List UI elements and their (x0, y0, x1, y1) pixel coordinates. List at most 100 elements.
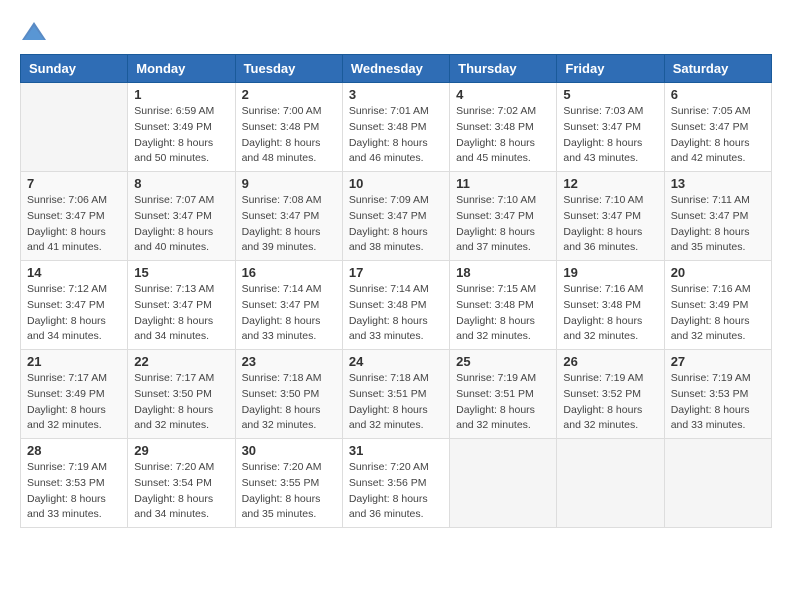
weekday-header-monday: Monday (128, 55, 235, 83)
calendar-week-row: 14 Sunrise: 7:12 AM Sunset: 3:47 PM Dayl… (21, 261, 772, 350)
sunset-text: Sunset: 3:53 PM (671, 387, 765, 403)
sunrise-text: Sunrise: 7:19 AM (27, 460, 121, 476)
daylight-text: Daylight: 8 hours and 36 minutes. (563, 225, 657, 257)
sunrise-text: Sunrise: 7:07 AM (134, 193, 228, 209)
day-number: 19 (563, 265, 657, 280)
calendar-cell: 9 Sunrise: 7:08 AM Sunset: 3:47 PM Dayli… (235, 172, 342, 261)
daylight-text: Daylight: 8 hours and 32 minutes. (456, 403, 550, 435)
day-info: Sunrise: 7:20 AM Sunset: 3:54 PM Dayligh… (134, 460, 228, 523)
calendar-cell: 10 Sunrise: 7:09 AM Sunset: 3:47 PM Dayl… (342, 172, 449, 261)
sunrise-text: Sunrise: 6:59 AM (134, 104, 228, 120)
sunrise-text: Sunrise: 7:15 AM (456, 282, 550, 298)
daylight-text: Daylight: 8 hours and 33 minutes. (27, 492, 121, 524)
calendar-week-row: 28 Sunrise: 7:19 AM Sunset: 3:53 PM Dayl… (21, 439, 772, 528)
day-info: Sunrise: 7:18 AM Sunset: 3:51 PM Dayligh… (349, 371, 443, 434)
sunrise-text: Sunrise: 7:10 AM (456, 193, 550, 209)
day-number: 17 (349, 265, 443, 280)
calendar-cell: 14 Sunrise: 7:12 AM Sunset: 3:47 PM Dayl… (21, 261, 128, 350)
weekday-header-wednesday: Wednesday (342, 55, 449, 83)
day-number: 26 (563, 354, 657, 369)
sunrise-text: Sunrise: 7:17 AM (27, 371, 121, 387)
calendar-cell: 22 Sunrise: 7:17 AM Sunset: 3:50 PM Dayl… (128, 350, 235, 439)
calendar-cell: 4 Sunrise: 7:02 AM Sunset: 3:48 PM Dayli… (450, 83, 557, 172)
sunset-text: Sunset: 3:49 PM (134, 120, 228, 136)
page-header (20, 20, 772, 44)
daylight-text: Daylight: 8 hours and 40 minutes. (134, 225, 228, 257)
sunrise-text: Sunrise: 7:19 AM (671, 371, 765, 387)
day-info: Sunrise: 7:08 AM Sunset: 3:47 PM Dayligh… (242, 193, 336, 256)
weekday-header-tuesday: Tuesday (235, 55, 342, 83)
calendar-cell: 8 Sunrise: 7:07 AM Sunset: 3:47 PM Dayli… (128, 172, 235, 261)
calendar-cell (664, 439, 771, 528)
calendar-cell: 23 Sunrise: 7:18 AM Sunset: 3:50 PM Dayl… (235, 350, 342, 439)
sunset-text: Sunset: 3:50 PM (134, 387, 228, 403)
sunset-text: Sunset: 3:47 PM (27, 209, 121, 225)
sunset-text: Sunset: 3:48 PM (456, 298, 550, 314)
calendar-cell: 12 Sunrise: 7:10 AM Sunset: 3:47 PM Dayl… (557, 172, 664, 261)
day-number: 23 (242, 354, 336, 369)
daylight-text: Daylight: 8 hours and 48 minutes. (242, 136, 336, 168)
calendar-cell: 13 Sunrise: 7:11 AM Sunset: 3:47 PM Dayl… (664, 172, 771, 261)
daylight-text: Daylight: 8 hours and 33 minutes. (349, 314, 443, 346)
sunset-text: Sunset: 3:48 PM (349, 298, 443, 314)
sunrise-text: Sunrise: 7:11 AM (671, 193, 765, 209)
day-number: 25 (456, 354, 550, 369)
sunrise-text: Sunrise: 7:20 AM (134, 460, 228, 476)
daylight-text: Daylight: 8 hours and 34 minutes. (134, 314, 228, 346)
sunset-text: Sunset: 3:47 PM (349, 209, 443, 225)
calendar-cell: 21 Sunrise: 7:17 AM Sunset: 3:49 PM Dayl… (21, 350, 128, 439)
daylight-text: Daylight: 8 hours and 32 minutes. (27, 403, 121, 435)
sunset-text: Sunset: 3:47 PM (456, 209, 550, 225)
day-number: 5 (563, 87, 657, 102)
day-info: Sunrise: 7:12 AM Sunset: 3:47 PM Dayligh… (27, 282, 121, 345)
calendar-cell: 1 Sunrise: 6:59 AM Sunset: 3:49 PM Dayli… (128, 83, 235, 172)
day-number: 16 (242, 265, 336, 280)
sunset-text: Sunset: 3:48 PM (349, 120, 443, 136)
day-info: Sunrise: 7:11 AM Sunset: 3:47 PM Dayligh… (671, 193, 765, 256)
daylight-text: Daylight: 8 hours and 34 minutes. (134, 492, 228, 524)
calendar-cell: 5 Sunrise: 7:03 AM Sunset: 3:47 PM Dayli… (557, 83, 664, 172)
calendar-header-row: SundayMondayTuesdayWednesdayThursdayFrid… (21, 55, 772, 83)
day-info: Sunrise: 7:05 AM Sunset: 3:47 PM Dayligh… (671, 104, 765, 167)
sunrise-text: Sunrise: 7:17 AM (134, 371, 228, 387)
calendar-cell: 27 Sunrise: 7:19 AM Sunset: 3:53 PM Dayl… (664, 350, 771, 439)
sunset-text: Sunset: 3:47 PM (563, 209, 657, 225)
calendar-cell: 19 Sunrise: 7:16 AM Sunset: 3:48 PM Dayl… (557, 261, 664, 350)
day-number: 31 (349, 443, 443, 458)
calendar-cell: 6 Sunrise: 7:05 AM Sunset: 3:47 PM Dayli… (664, 83, 771, 172)
daylight-text: Daylight: 8 hours and 33 minutes. (242, 314, 336, 346)
sunset-text: Sunset: 3:53 PM (27, 476, 121, 492)
day-number: 10 (349, 176, 443, 191)
daylight-text: Daylight: 8 hours and 32 minutes. (456, 314, 550, 346)
day-number: 8 (134, 176, 228, 191)
sunrise-text: Sunrise: 7:06 AM (27, 193, 121, 209)
sunset-text: Sunset: 3:47 PM (563, 120, 657, 136)
daylight-text: Daylight: 8 hours and 35 minutes. (671, 225, 765, 257)
sunrise-text: Sunrise: 7:18 AM (242, 371, 336, 387)
day-number: 3 (349, 87, 443, 102)
sunrise-text: Sunrise: 7:20 AM (242, 460, 336, 476)
sunrise-text: Sunrise: 7:16 AM (671, 282, 765, 298)
calendar-cell: 15 Sunrise: 7:13 AM Sunset: 3:47 PM Dayl… (128, 261, 235, 350)
sunrise-text: Sunrise: 7:16 AM (563, 282, 657, 298)
day-info: Sunrise: 6:59 AM Sunset: 3:49 PM Dayligh… (134, 104, 228, 167)
day-number: 28 (27, 443, 121, 458)
day-info: Sunrise: 7:10 AM Sunset: 3:47 PM Dayligh… (456, 193, 550, 256)
daylight-text: Daylight: 8 hours and 32 minutes. (349, 403, 443, 435)
logo-icon (20, 20, 48, 44)
sunrise-text: Sunrise: 7:05 AM (671, 104, 765, 120)
calendar-cell: 2 Sunrise: 7:00 AM Sunset: 3:48 PM Dayli… (235, 83, 342, 172)
sunrise-text: Sunrise: 7:03 AM (563, 104, 657, 120)
day-number: 12 (563, 176, 657, 191)
weekday-header-saturday: Saturday (664, 55, 771, 83)
daylight-text: Daylight: 8 hours and 45 minutes. (456, 136, 550, 168)
sunrise-text: Sunrise: 7:10 AM (563, 193, 657, 209)
day-number: 6 (671, 87, 765, 102)
day-info: Sunrise: 7:02 AM Sunset: 3:48 PM Dayligh… (456, 104, 550, 167)
calendar-cell: 3 Sunrise: 7:01 AM Sunset: 3:48 PM Dayli… (342, 83, 449, 172)
day-number: 2 (242, 87, 336, 102)
day-info: Sunrise: 7:18 AM Sunset: 3:50 PM Dayligh… (242, 371, 336, 434)
sunrise-text: Sunrise: 7:19 AM (456, 371, 550, 387)
daylight-text: Daylight: 8 hours and 32 minutes. (671, 314, 765, 346)
calendar-cell: 28 Sunrise: 7:19 AM Sunset: 3:53 PM Dayl… (21, 439, 128, 528)
